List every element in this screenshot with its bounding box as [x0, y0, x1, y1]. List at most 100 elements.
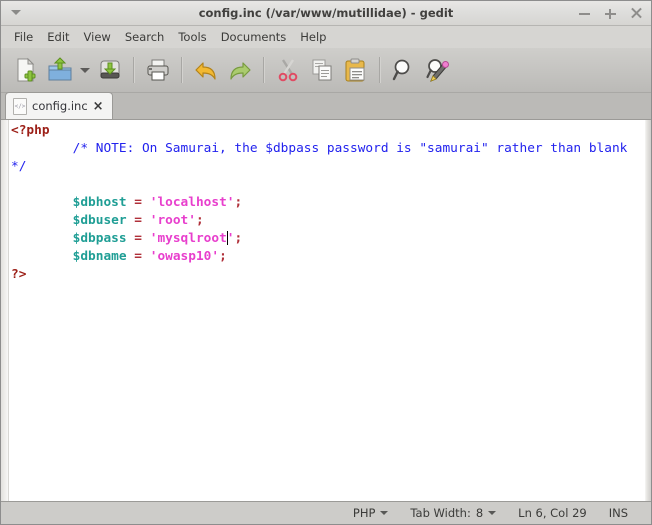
magnifier-icon	[392, 59, 410, 81]
code-token-cmt: /* NOTE: On Samurai, the $dbpass passwor…	[11, 141, 636, 174]
code-token-php: ?>	[11, 267, 27, 282]
toolbar-separator-1	[133, 57, 135, 83]
paste-button[interactable]	[339, 52, 373, 88]
source-code-text[interactable]: <?php /* NOTE: On Samurai, the $dbpass p…	[9, 120, 645, 501]
editor-right-edge	[645, 120, 651, 501]
language-label: PHP	[352, 506, 376, 520]
code-token-var: $dbname	[72, 249, 127, 264]
scissors-icon	[278, 59, 298, 82]
tab-bar: </> config.inc ×	[1, 92, 651, 120]
open-folder-icon	[48, 57, 72, 81]
toolbar-separator-2	[181, 57, 183, 83]
save-document-button[interactable]	[93, 52, 127, 88]
tab-config-inc[interactable]: </> config.inc ×	[5, 92, 113, 119]
code-token-op: =	[134, 231, 143, 246]
code-token-op: =	[134, 213, 143, 228]
menu-bar: File Edit View Search Tools Documents He…	[1, 26, 651, 48]
code-token-var: $dbhost	[72, 195, 127, 210]
code-token-op: ;	[234, 195, 243, 210]
tab-close-icon[interactable]: ×	[93, 100, 104, 113]
chevron-down-icon	[380, 511, 389, 515]
language-selector[interactable]: PHP	[342, 506, 400, 520]
menu-tools[interactable]: Tools	[171, 28, 213, 46]
maximize-icon[interactable]	[604, 7, 617, 20]
insert-mode-label: INS	[608, 506, 628, 520]
open-document-button[interactable]	[43, 52, 77, 88]
toolbar	[1, 48, 651, 93]
find-button[interactable]	[387, 52, 421, 88]
code-token-op: ;	[234, 231, 243, 246]
save-icon	[100, 60, 120, 79]
cut-button[interactable]	[271, 52, 305, 88]
code-line: $dbname = 'owasp10';	[11, 248, 645, 266]
minimize-icon[interactable]	[578, 7, 591, 20]
editor-left-gutter	[1, 120, 9, 501]
tab-width-selector[interactable]: Tab Width: 8	[399, 506, 507, 520]
code-token-op: =	[134, 249, 143, 264]
magnifier-pencil-icon	[426, 59, 449, 82]
title-bar: config.inc (/var/www/mutillidae) - gedit	[1, 1, 651, 26]
new-document-button[interactable]	[9, 52, 43, 88]
copy-icon	[312, 59, 332, 81]
print-icon	[147, 59, 169, 81]
code-token-php: <?php	[11, 123, 50, 138]
find-replace-button[interactable]	[421, 52, 455, 88]
code-token-op: =	[134, 195, 143, 210]
code-line: <?php	[11, 122, 645, 140]
gedit-window: config.inc (/var/www/mutillidae) - gedit…	[0, 0, 652, 525]
code-line: /* NOTE: On Samurai, the $dbpass passwor…	[11, 140, 645, 176]
window-title: config.inc (/var/www/mutillidae) - gedit	[198, 6, 454, 20]
code-token-op: ;	[219, 249, 227, 264]
code-token-op: ;	[195, 213, 204, 228]
code-token-str: 'mysqlroot	[149, 231, 227, 246]
code-file-icon: </>	[13, 97, 27, 115]
print-document-button[interactable]	[141, 52, 175, 88]
status-bar: PHP Tab Width: 8 Ln 6, Col 29 INS	[1, 502, 651, 524]
code-token-str: 'localhost'	[149, 195, 235, 210]
copy-button[interactable]	[305, 52, 339, 88]
redo-arrow-icon	[230, 62, 251, 80]
cursor-position: Ln 6, Col 29	[507, 506, 598, 520]
tab-label: config.inc	[32, 99, 88, 113]
editor-area: <?php /* NOTE: On Samurai, the $dbpass p…	[1, 120, 651, 502]
menu-edit[interactable]: Edit	[40, 28, 76, 46]
tab-width-label: Tab Width:	[410, 506, 471, 520]
toolbar-separator-3	[263, 57, 265, 83]
menu-file[interactable]: File	[7, 28, 40, 46]
code-token-var: $dbpass	[72, 231, 127, 246]
open-document-dropdown[interactable]	[77, 52, 93, 88]
chevron-down-icon	[488, 511, 497, 515]
code-token-str: '	[226, 231, 235, 246]
menu-search[interactable]: Search	[118, 28, 172, 46]
tab-width-value: 8	[475, 506, 484, 520]
undo-arrow-icon	[195, 62, 216, 80]
clipboard-paste-icon	[345, 58, 365, 82]
menu-help[interactable]: Help	[293, 28, 333, 46]
window-menu-arrow-icon[interactable]	[11, 10, 21, 15]
chevron-down-icon	[80, 67, 90, 73]
close-icon[interactable]	[630, 7, 643, 20]
undo-button[interactable]	[189, 52, 223, 88]
menu-documents[interactable]: Documents	[214, 28, 294, 46]
code-line: $dbuser = 'root';	[11, 212, 645, 230]
cursor-position-label: Ln 6, Col 29	[518, 506, 587, 520]
menu-view[interactable]: View	[77, 28, 118, 46]
redo-button[interactable]	[223, 52, 257, 88]
code-line: $dbpass = 'mysqlroot';	[11, 230, 645, 248]
code-token-var: $dbuser	[72, 213, 127, 228]
new-file-icon	[17, 57, 36, 82]
code-line: ?>	[11, 266, 645, 284]
window-controls	[578, 1, 643, 26]
toolbar-separator-4	[379, 57, 381, 83]
insert-mode: INS	[598, 506, 639, 520]
